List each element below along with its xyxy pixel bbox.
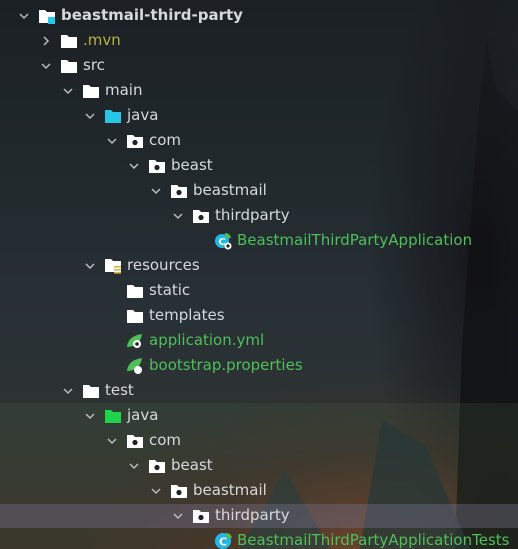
chevron-down-icon[interactable] (38, 58, 54, 74)
tree-node-label: resources (127, 256, 200, 274)
folder-icon (60, 32, 78, 50)
chevron-right-icon[interactable] (38, 33, 54, 49)
chevron-down-icon[interactable] (104, 133, 120, 149)
tree-row-com[interactable]: com (0, 128, 518, 153)
package-icon (192, 507, 210, 525)
tree-row-static[interactable]: static (0, 278, 518, 303)
tree-row-java[interactable]: java (0, 103, 518, 128)
chevron-down-icon[interactable] (170, 508, 186, 524)
tree-node-label: java (127, 106, 159, 124)
folder-icon (126, 307, 144, 325)
chevron-down-icon[interactable] (16, 8, 32, 24)
package-icon (126, 432, 144, 450)
chevron-down-icon[interactable] (60, 83, 76, 99)
package-icon (126, 132, 144, 150)
package-icon (148, 157, 166, 175)
tree-row-beast[interactable]: beast (0, 453, 518, 478)
tree-node-label: test (105, 381, 134, 399)
spring-config-icon (126, 332, 144, 350)
tree-row-beastmailthirdpartyapplication[interactable]: C BeastmailThirdPartyApplication (0, 228, 518, 253)
chevron-down-icon[interactable] (82, 258, 98, 274)
tree-node-label: BeastmailThirdPartyApplicationTests (237, 531, 510, 549)
tree-node-label: thirdparty (215, 206, 290, 224)
tree-node-label: .mvn (83, 31, 121, 49)
tree-row-beastmail[interactable]: beastmail (0, 478, 518, 503)
chevron-down-icon[interactable] (104, 433, 120, 449)
tree-row-beastmail[interactable]: beastmail (0, 178, 518, 203)
tree-row-beast[interactable]: beast (0, 153, 518, 178)
folder-icon (60, 57, 78, 75)
folder-icon (82, 382, 100, 400)
tree-node-label: static (149, 281, 191, 299)
tree-row-com[interactable]: com (0, 428, 518, 453)
tree-node-label: beastmail (193, 181, 267, 199)
module-folder-icon (38, 7, 56, 25)
spring-boot-class-icon: C (214, 232, 232, 250)
package-icon (192, 207, 210, 225)
tree-node-label: application.yml (149, 331, 265, 349)
tree-node-label: bootstrap.properties (149, 356, 303, 374)
chevron-down-icon[interactable] (126, 458, 142, 474)
tree-row-application-yml[interactable]: application.yml (0, 328, 518, 353)
tree-node-label: main (105, 81, 143, 99)
tree-row-main[interactable]: main (0, 78, 518, 103)
chevron-down-icon[interactable] (148, 483, 164, 499)
tree-row-java[interactable]: java (0, 403, 518, 428)
tree-node-label: beastmail-third-party (61, 6, 243, 24)
chevron-down-icon[interactable] (148, 183, 164, 199)
package-icon (170, 482, 188, 500)
chevron-down-icon[interactable] (60, 383, 76, 399)
tree-node-label: com (149, 131, 182, 149)
test-class-icon: C (214, 532, 232, 549)
tree-row-beastmailthirdpartyapplicationtests[interactable]: C BeastmailThirdPartyApplicationTests (0, 528, 518, 549)
tree-row-thirdparty[interactable]: thirdparty (0, 503, 518, 528)
tree-row-src[interactable]: src (0, 53, 518, 78)
chevron-down-icon[interactable] (82, 108, 98, 124)
tree-node-label: BeastmailThirdPartyApplication (237, 231, 473, 249)
chevron-down-icon[interactable] (170, 208, 186, 224)
tree-row-test[interactable]: test (0, 378, 518, 403)
tree-node-label: beastmail (193, 481, 267, 499)
tree-node-label: beast (171, 456, 213, 474)
tree-node-label: java (127, 406, 159, 424)
svg-text:C: C (219, 535, 227, 548)
spring-properties-icon (126, 357, 144, 375)
folder-icon (82, 82, 100, 100)
tree-node-label: com (149, 431, 182, 449)
project-tree[interactable]: beastmail-third-party .mvn src main java… (0, 0, 518, 549)
tree-row-mvn[interactable]: .mvn (0, 28, 518, 53)
tree-row-beastmail-third-party[interactable]: beastmail-third-party (0, 3, 518, 28)
chevron-down-icon[interactable] (82, 408, 98, 424)
folder-icon (126, 282, 144, 300)
tree-row-resources[interactable]: resources (0, 253, 518, 278)
tree-node-label: thirdparty (215, 506, 290, 524)
tree-row-templates[interactable]: templates (0, 303, 518, 328)
package-icon (170, 182, 188, 200)
chevron-down-icon[interactable] (126, 158, 142, 174)
tree-row-bootstrap-properties[interactable]: bootstrap.properties (0, 353, 518, 378)
package-icon (148, 457, 166, 475)
resources-folder-icon (104, 257, 122, 275)
tree-node-label: src (83, 56, 105, 74)
tree-node-label: beast (171, 156, 213, 174)
tree-row-thirdparty[interactable]: thirdparty (0, 203, 518, 228)
tree-node-label: templates (149, 306, 225, 324)
test-root-folder-icon (104, 407, 122, 425)
source-root-folder-icon (104, 107, 122, 125)
